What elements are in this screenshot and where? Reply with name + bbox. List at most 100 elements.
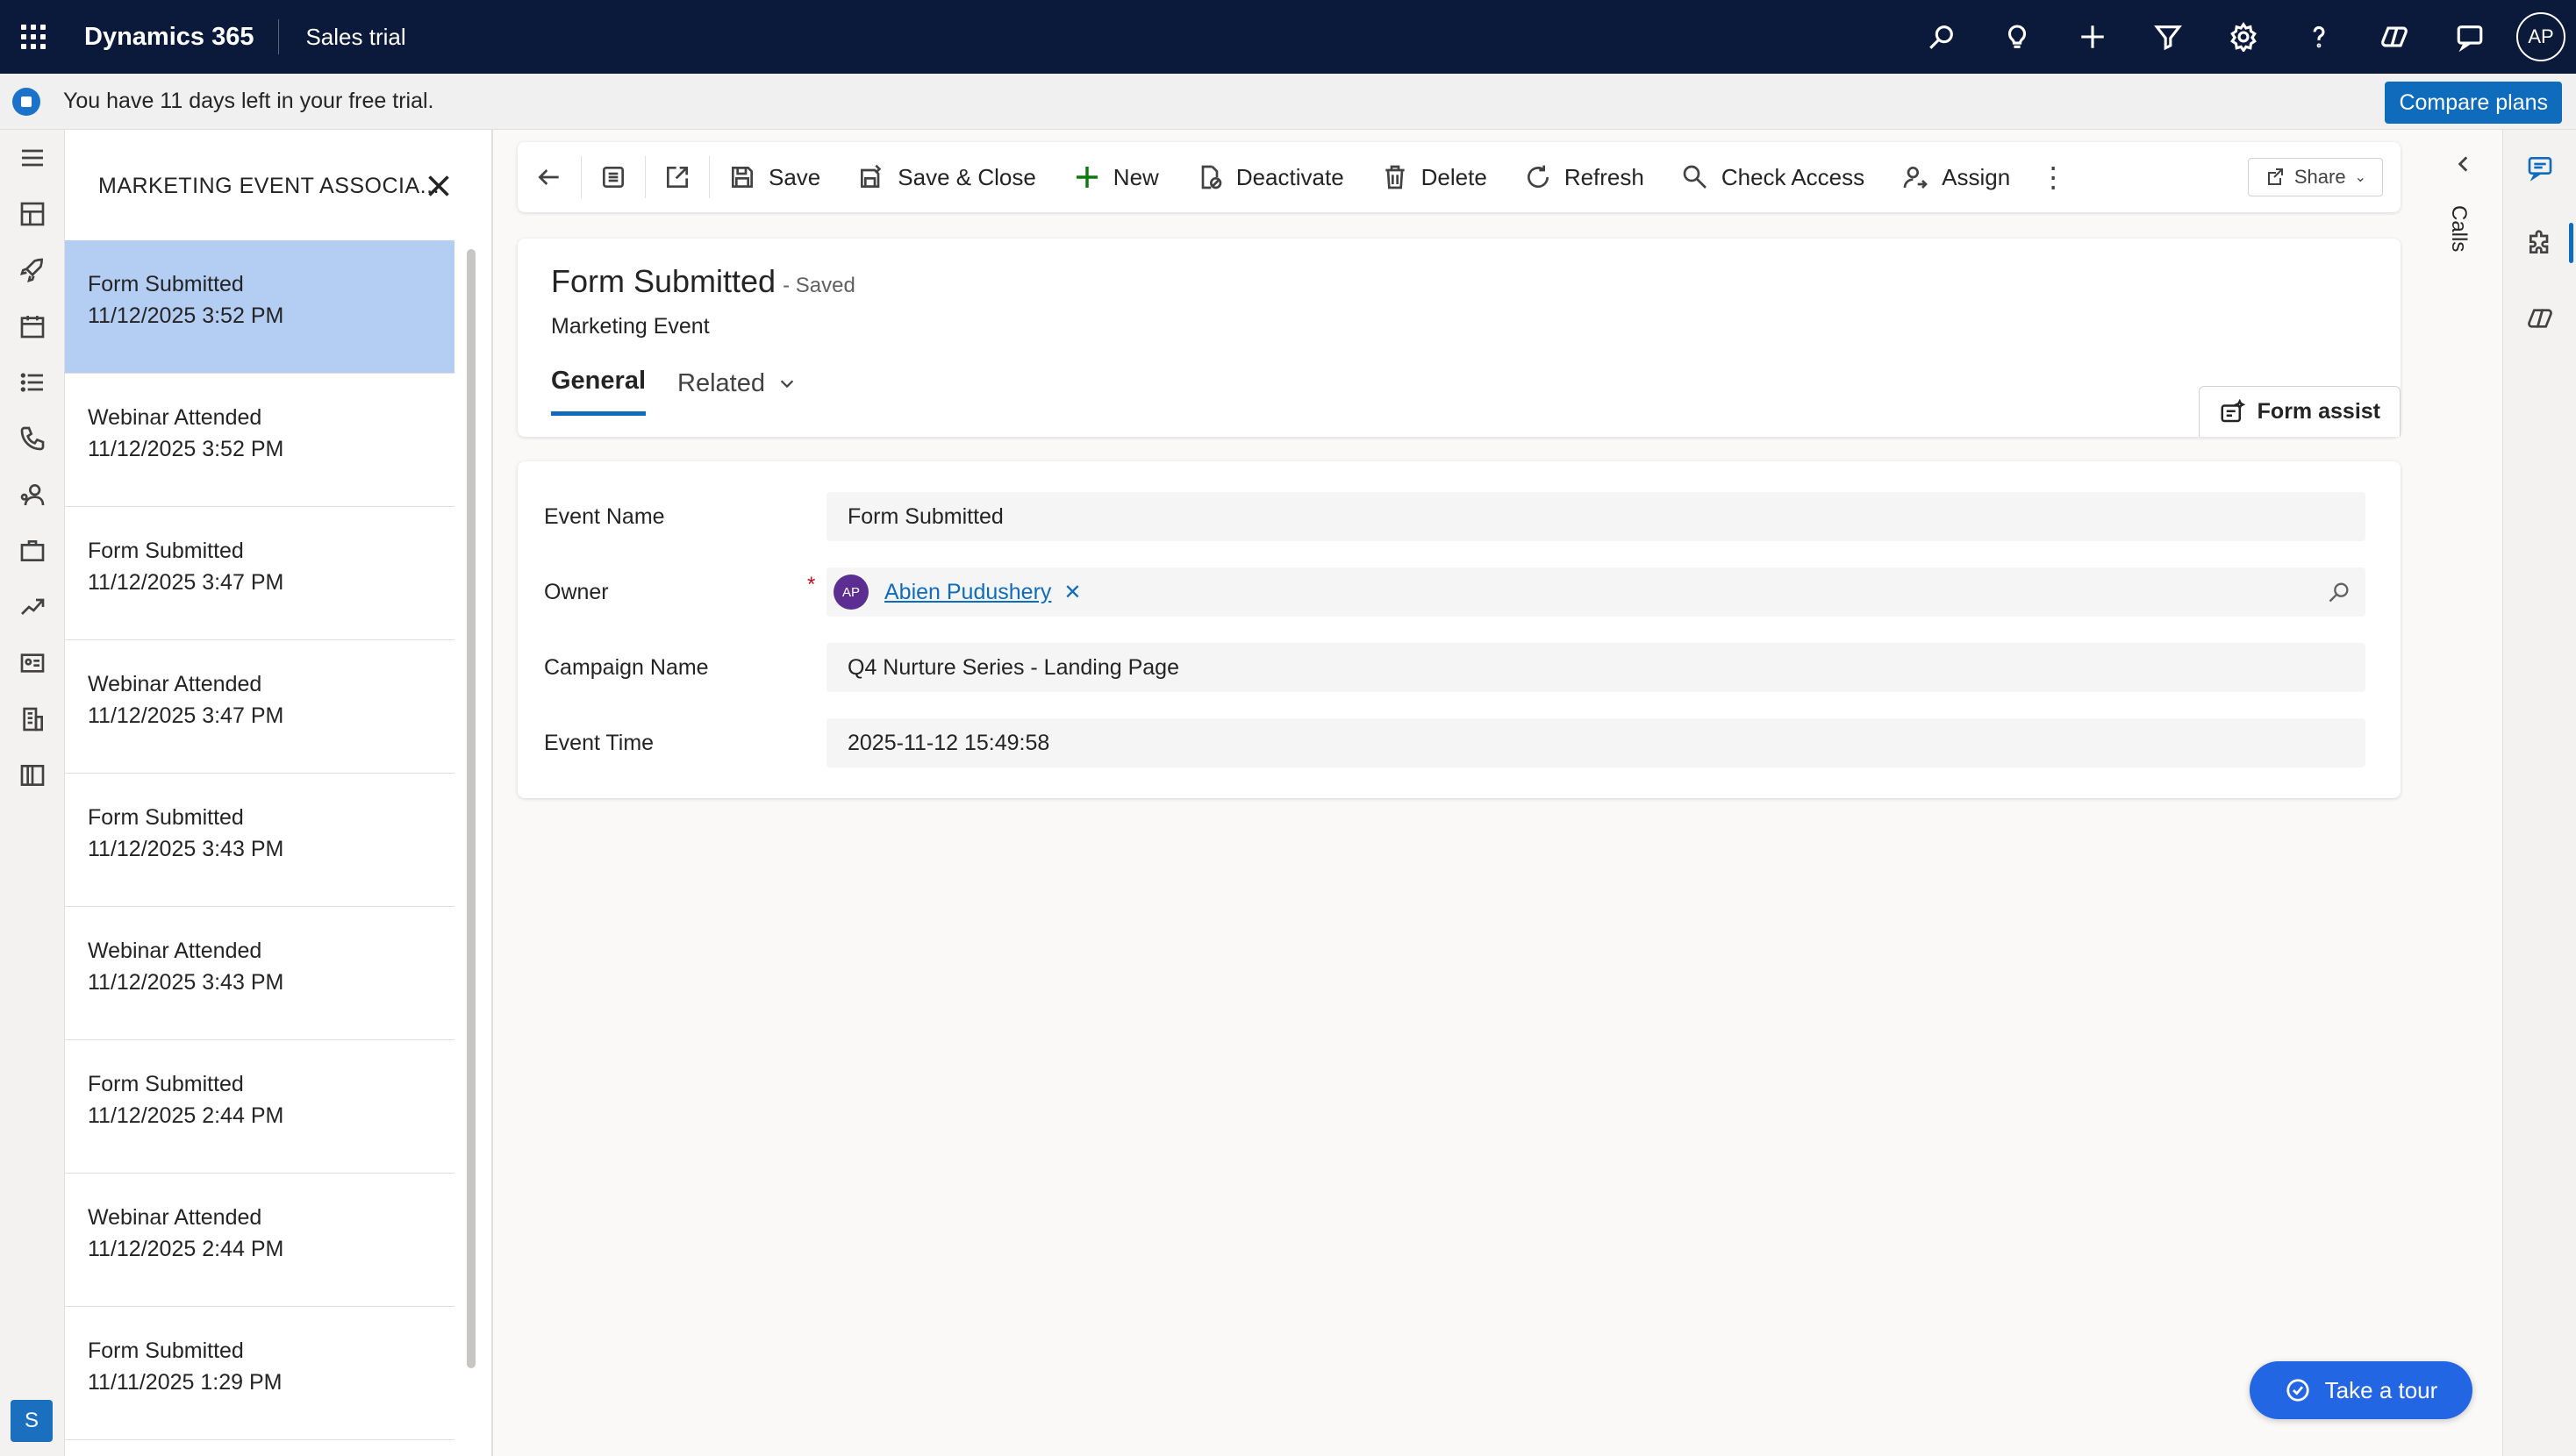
record-header: Form Submitted - Saved Marketing Event Ge… (518, 239, 2401, 437)
take-a-tour-button[interactable]: Take a tour (2250, 1361, 2472, 1419)
list-item-date: 11/12/2025 3:47 PM (88, 703, 284, 728)
nav-toggle-button[interactable] (0, 130, 65, 186)
record-title: Form Submitted (551, 263, 776, 299)
remove-owner-icon[interactable]: ✕ (1063, 580, 1081, 605)
rail-apps[interactable] (2503, 205, 2576, 281)
nav-item-forecasts[interactable] (0, 579, 65, 635)
list-item-date: 11/12/2025 3:47 PM (88, 570, 284, 595)
list-scrollbar[interactable] (467, 249, 476, 1368)
puzzle-icon (2529, 230, 2549, 253)
chevron-down-icon: ⌄ (2354, 170, 2366, 185)
nav-item-contacts[interactable] (0, 467, 65, 523)
back-button[interactable] (518, 142, 581, 212)
list-item[interactable]: Form Submitted 11/12/2025 3:52 PM (65, 240, 454, 374)
lookup-search-button[interactable] (2327, 580, 2351, 604)
rail-copilot[interactable] (2503, 281, 2576, 356)
list-item[interactable]: Webinar Attended 11/12/2025 2:44 PM (65, 1174, 454, 1307)
nav-item-launch[interactable] (0, 242, 65, 298)
close-panel-button[interactable] (423, 170, 454, 202)
chat-icon (2528, 157, 2552, 182)
user-avatar[interactable]: AP (2516, 12, 2565, 61)
open-new-window-button[interactable] (646, 142, 709, 212)
record-set-button[interactable] (582, 142, 645, 212)
settings-button[interactable] (2206, 0, 2281, 74)
help-button[interactable] (2281, 0, 2357, 74)
save-close-button[interactable]: Save & Close (839, 142, 1055, 212)
assign-button[interactable]: Assign (1883, 142, 2029, 212)
owner-lookup[interactable]: AP Abien Pudushery ✕ (826, 567, 2365, 617)
nav-item-dashboards[interactable] (0, 186, 65, 242)
entity-name: Marketing Event (551, 314, 710, 339)
copilot-button[interactable] (2357, 0, 2432, 74)
record-list: Form Submitted 11/12/2025 3:52 PM Webina… (65, 240, 454, 1440)
ideas-button[interactable] (1979, 0, 2055, 74)
copilot-icon (2528, 309, 2552, 328)
list-item[interactable]: Webinar Attended 11/12/2025 3:47 PM (65, 640, 454, 774)
new-button[interactable]: New (1055, 142, 1177, 212)
refresh-icon (1527, 165, 1549, 189)
save-icon (732, 167, 753, 188)
nav-item-opportunities[interactable] (0, 523, 65, 579)
command-bar: Save Save & Close New Deactivate Delete … (518, 142, 2401, 212)
collapse-side-pane-button[interactable] (2439, 142, 2488, 186)
nav-item-lists[interactable] (0, 354, 65, 410)
idcard-icon (20, 653, 45, 673)
save-close-label: Save & Close (898, 163, 1036, 190)
event-time-input[interactable]: 2025-11-12 15:49:58 (826, 718, 2365, 767)
form-assist-label: Form assist (2257, 399, 2380, 424)
save-button[interactable]: Save (710, 142, 839, 212)
share-button[interactable]: Share ⌄ (2247, 158, 2383, 196)
rocket-icon (19, 258, 44, 283)
event-name-input[interactable]: Form Submitted (826, 492, 2365, 541)
compare-plans-button[interactable]: Compare plans (2385, 82, 2562, 124)
tab-general[interactable]: General (551, 367, 646, 416)
app-launcher-button[interactable] (0, 0, 67, 74)
brand-title[interactable]: Dynamics 365 (67, 19, 280, 54)
list-item[interactable]: Form Submitted 11/12/2025 2:44 PM (65, 1040, 454, 1174)
nav-item-calls[interactable] (0, 410, 65, 467)
list-item[interactable]: Form Submitted 11/12/2025 3:43 PM (65, 774, 454, 907)
campaign-name-input[interactable]: Q4 Nurture Series - Landing Page (826, 643, 2365, 692)
nav-item-activities[interactable] (0, 298, 65, 354)
list-item[interactable]: Form Submitted 11/11/2025 1:29 PM (65, 1307, 454, 1440)
new-label: New (1113, 163, 1159, 190)
app-name[interactable]: Sales trial (279, 24, 405, 51)
rail-conversations[interactable] (2503, 130, 2576, 205)
list-item-name: Webinar Attended (88, 1205, 262, 1230)
delete-button[interactable]: Delete (1363, 142, 1506, 212)
list-item[interactable]: Webinar Attended 11/12/2025 3:52 PM (65, 374, 454, 507)
filter-icon (2154, 25, 2182, 51)
take-a-tour-label: Take a tour (2324, 1376, 2438, 1403)
calls-pane-label[interactable]: Calls (2446, 205, 2471, 252)
tab-general-label: General (551, 367, 646, 395)
right-app-rail (2502, 130, 2576, 1456)
list-item[interactable]: Webinar Attended 11/12/2025 3:43 PM (65, 907, 454, 1040)
quick-create-button[interactable] (2055, 0, 2130, 74)
nav-item-knowledge[interactable] (0, 747, 65, 803)
advanced-filter-button[interactable] (2130, 0, 2206, 74)
owner-link[interactable]: Abien Pudushery (884, 580, 1051, 605)
deactivate-button[interactable]: Deactivate (1177, 142, 1363, 212)
plus-icon (1076, 167, 1098, 188)
avatar: AP (834, 575, 869, 610)
check-access-button[interactable]: Check Access (1663, 142, 1883, 212)
open-external-icon (667, 167, 688, 188)
top-toolbar: AP (1904, 0, 2565, 74)
nav-item-accounts[interactable] (0, 691, 65, 747)
nav-item-leads[interactable] (0, 635, 65, 691)
search-icon (2329, 582, 2349, 603)
more-commands-button[interactable]: ⋮ (2029, 142, 2078, 212)
general-section: Event Name Form Submitted Owner * AP Abi… (518, 461, 2401, 798)
copilot-icon (2381, 26, 2408, 47)
list-item[interactable]: Form Submitted 11/12/2025 3:47 PM (65, 507, 454, 640)
form-assist-button[interactable]: Form assist (2198, 386, 2401, 437)
share-label: Share (2293, 166, 2346, 188)
feedback-button[interactable] (2432, 0, 2508, 74)
building-icon (23, 707, 43, 732)
list-icon (20, 373, 43, 392)
search-button[interactable] (1904, 0, 1979, 74)
area-switcher-badge[interactable]: S (11, 1400, 53, 1442)
tab-related[interactable]: Related (677, 367, 797, 416)
list-item-date: 11/12/2025 3:52 PM (88, 303, 284, 328)
refresh-button[interactable]: Refresh (1506, 142, 1663, 212)
